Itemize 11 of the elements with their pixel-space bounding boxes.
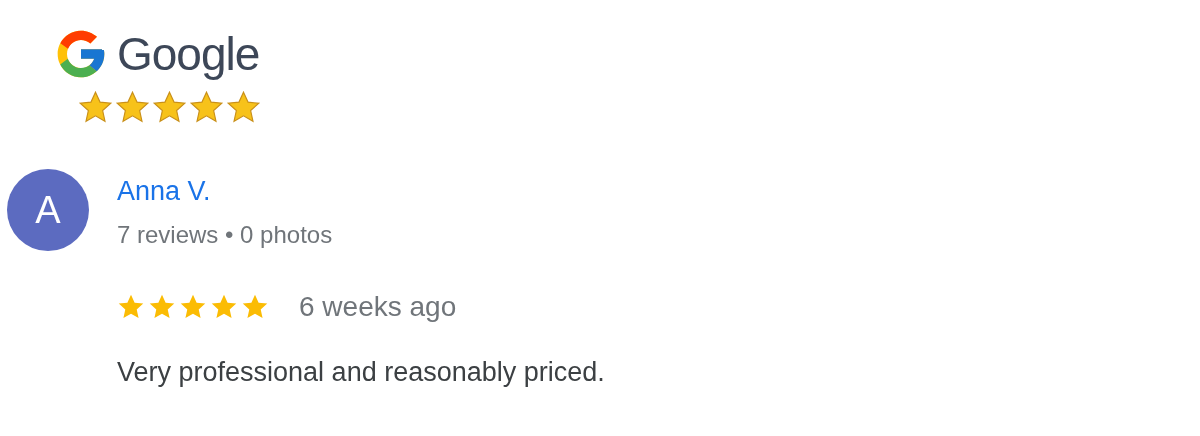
star-icon	[78, 90, 113, 125]
reviewer-name[interactable]: Anna V.	[117, 173, 211, 209]
star-icon	[152, 90, 187, 125]
star-icon	[189, 90, 224, 125]
star-icon	[226, 90, 261, 125]
review-text: Very professional and reasonably priced.	[117, 357, 605, 388]
reviewer-stats: 7 reviews • 0 photos	[117, 220, 333, 250]
star-icon	[115, 90, 150, 125]
google-wordmark: Google	[117, 27, 260, 82]
review-time: 6 weeks ago	[299, 291, 457, 323]
avatar: A	[7, 169, 89, 251]
